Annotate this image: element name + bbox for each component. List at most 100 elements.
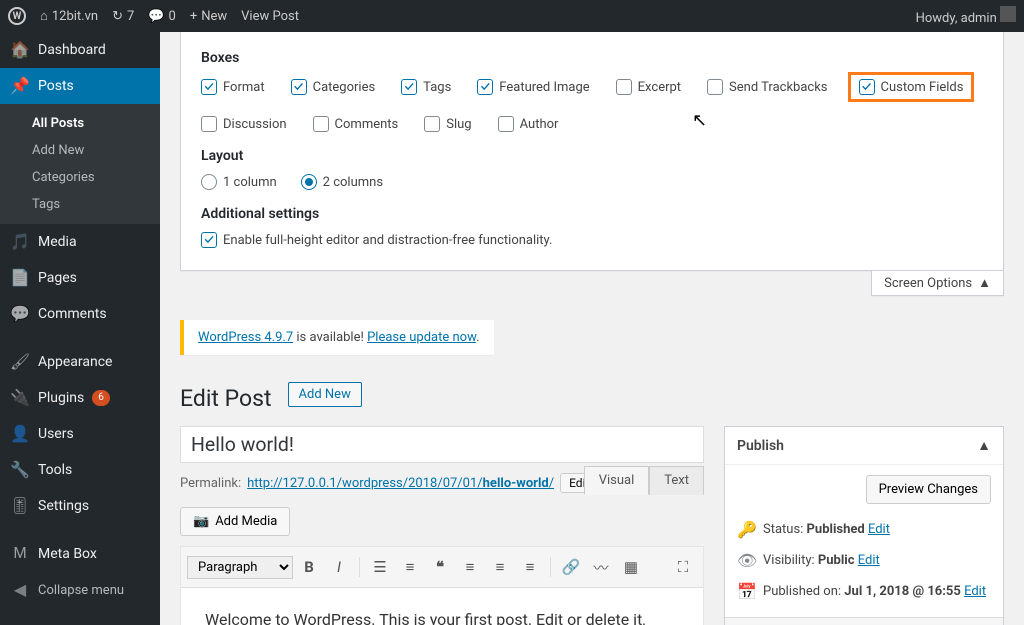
bullet-list-button[interactable]: ☰	[366, 553, 394, 581]
bold-button[interactable]: B	[295, 553, 323, 581]
submenu-add-new[interactable]: Add New	[0, 137, 160, 164]
align-center-button[interactable]: ≡	[486, 553, 514, 581]
radio-2-columns[interactable]: 2 columns	[301, 174, 383, 190]
pages-icon: 📄	[10, 268, 30, 288]
menu-label: Dashboard	[38, 42, 106, 58]
publish-heading[interactable]: Publish▲	[725, 427, 1003, 465]
submenu-tags[interactable]: Tags	[0, 191, 160, 218]
menu-users[interactable]: 👤Users	[0, 416, 160, 452]
chevron-up-icon: ▲	[978, 275, 991, 291]
updates-link[interactable]: ↻ 7	[112, 9, 134, 24]
view-post-link[interactable]: View Post	[241, 9, 299, 24]
checkbox-label: Featured Image	[499, 80, 589, 95]
numbered-list-button[interactable]: ≡	[396, 553, 424, 581]
menu-settings[interactable]: 🎚Settings	[0, 488, 160, 524]
italic-button[interactable]: I	[325, 553, 353, 581]
checkbox-label: Categories	[313, 80, 376, 95]
edit-visibility-link[interactable]: Edit	[858, 553, 880, 568]
fullscreen-button[interactable]: ⛶	[669, 553, 697, 581]
wp-logo-icon[interactable]: W	[8, 7, 26, 25]
permalink-trail: /	[549, 476, 554, 491]
menu-label: Pages	[38, 270, 77, 286]
checkbox-comments[interactable]: Comments	[313, 116, 399, 132]
checkbox-icon	[313, 116, 329, 132]
menu-plugins[interactable]: 🔌Plugins 6	[0, 380, 160, 416]
menu-comments[interactable]: 💬Comments	[0, 296, 160, 332]
more-button[interactable]: 〰	[587, 553, 615, 581]
howdy-link[interactable]: Howdy, admin	[916, 6, 1016, 26]
format-select[interactable]: Paragraph	[187, 556, 293, 579]
checkbox-icon	[201, 232, 217, 248]
edit-date-link[interactable]: Edit	[964, 584, 986, 599]
permalink-link[interactable]: http://127.0.0.1/wordpress/2018/07/01/he…	[247, 476, 554, 491]
menu-label: Comments	[38, 306, 107, 322]
checkbox-label: Excerpt	[638, 80, 681, 95]
update-now-link[interactable]: Please update now	[367, 330, 476, 345]
status-value: Published	[807, 522, 865, 537]
menu-media[interactable]: 🎵Media	[0, 224, 160, 260]
checkbox-categories[interactable]: Categories	[291, 76, 376, 98]
checkbox-discussion[interactable]: Discussion	[201, 116, 287, 132]
toolbar-toggle-button[interactable]: ▦	[617, 553, 645, 581]
checkbox-author[interactable]: Author	[498, 116, 559, 132]
align-left-button[interactable]: ≡	[456, 553, 484, 581]
comments-count: 0	[169, 9, 176, 24]
menu-pages[interactable]: 📄 Pages	[0, 260, 160, 296]
checkbox-label: Custom Fields	[881, 80, 964, 95]
edit-status-link[interactable]: Edit	[868, 522, 890, 537]
add-new-button[interactable]: Add New	[288, 382, 362, 407]
eye-icon: 👁	[737, 551, 755, 570]
radio-1-column[interactable]: 1 column	[201, 174, 277, 190]
menu-metabox[interactable]: MMeta Box	[0, 536, 160, 572]
checkbox-custom-fields-highlighted[interactable]: Custom Fields	[848, 72, 975, 102]
menu-posts[interactable]: 📌Posts	[0, 68, 160, 104]
menu-appearance[interactable]: 🖌Appearance	[0, 344, 160, 380]
checkbox-send-trackbacks[interactable]: Send Trackbacks	[707, 76, 827, 98]
checkbox-slug[interactable]: Slug	[424, 116, 471, 132]
checkbox-icon	[498, 116, 514, 132]
new-link[interactable]: + New	[190, 9, 227, 24]
howdy-text: Howdy, admin	[916, 11, 997, 26]
collapse-menu[interactable]: ◀Collapse menu	[0, 572, 160, 608]
nag-dot: .	[476, 330, 479, 345]
additional-label: Enable full-height editor and distractio…	[223, 233, 552, 248]
checkbox-label: Send Trackbacks	[729, 80, 827, 95]
submenu-all-posts[interactable]: All Posts	[0, 110, 160, 137]
blockquote-button[interactable]: ❝	[426, 553, 454, 581]
visibility-value: Public	[818, 553, 855, 568]
additional-checkbox[interactable]: Enable full-height editor and distractio…	[201, 232, 983, 248]
link-button[interactable]: 🔗	[557, 553, 585, 581]
preview-button[interactable]: Preview Changes	[866, 475, 991, 504]
site-link[interactable]: ⌂ 12bit.vn	[40, 8, 98, 24]
add-media-label: Add Media	[215, 514, 277, 529]
wp-version-link[interactable]: WordPress 4.9.7	[198, 330, 293, 345]
align-right-button[interactable]: ≡	[516, 553, 544, 581]
permalink-slug: hello-world	[483, 476, 549, 491]
checkbox-excerpt[interactable]: Excerpt	[616, 76, 681, 98]
post-title-input[interactable]	[180, 426, 704, 463]
menu-tools[interactable]: 🔧Tools	[0, 452, 160, 488]
screen-options-toggle[interactable]: Screen Options ▲	[871, 271, 1004, 296]
tab-visual[interactable]: Visual	[584, 466, 650, 495]
checkbox-format[interactable]: Format	[201, 76, 265, 98]
tab-text[interactable]: Text	[649, 466, 704, 495]
site-name: 12bit.vn	[52, 9, 98, 24]
menu-dashboard[interactable]: 🏠Dashboard	[0, 32, 160, 68]
submenu-categories[interactable]: Categories	[0, 164, 160, 191]
menu-label: Settings	[38, 498, 89, 514]
checkbox-icon	[201, 116, 217, 132]
plus-icon: +	[190, 9, 197, 24]
radio-label: 1 column	[223, 175, 277, 190]
menu-label: Collapse menu	[38, 583, 124, 598]
publish-box: Publish▲ Preview Changes 🔑Status: Publis…	[724, 426, 1004, 625]
checkbox-tags[interactable]: Tags	[401, 76, 451, 98]
add-media-button[interactable]: 📷Add Media	[180, 507, 290, 536]
editor-body[interactable]: Welcome to WordPress. This is your first…	[181, 588, 703, 625]
pushpin-icon: 📌	[10, 76, 30, 96]
comment-icon: 💬	[148, 9, 164, 24]
comments-link[interactable]: 💬 0	[148, 9, 176, 24]
users-icon: 👤	[10, 424, 30, 444]
checkbox-icon	[707, 79, 723, 95]
checkbox-featured-image[interactable]: Featured Image	[477, 76, 589, 98]
content-area: Boxes FormatCategoriesTagsFeatured Image…	[160, 32, 1024, 625]
